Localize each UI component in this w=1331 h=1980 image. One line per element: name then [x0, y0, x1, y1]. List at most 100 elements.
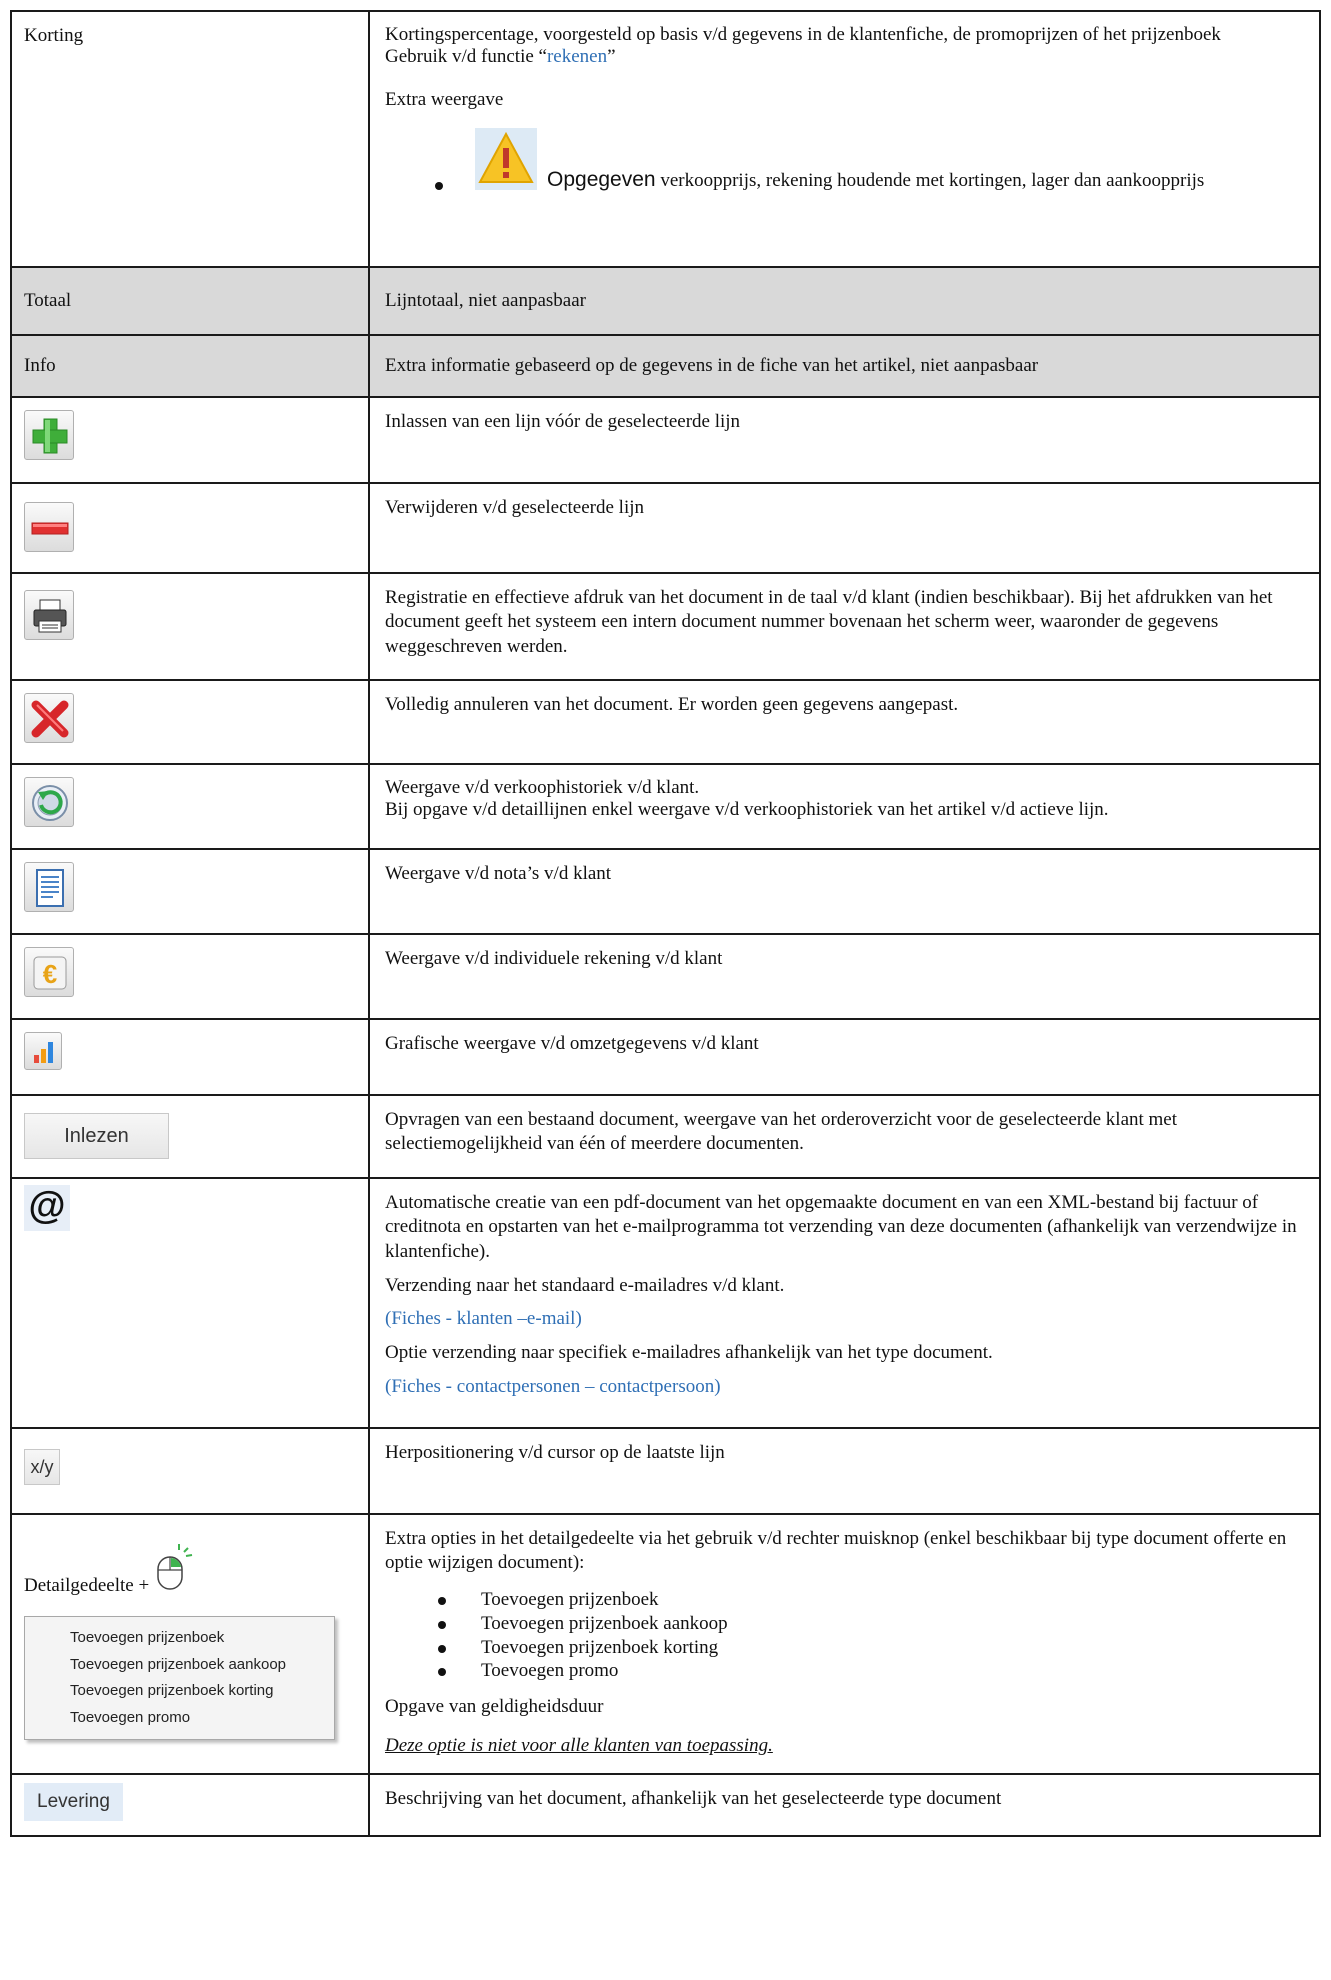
list-item: Toevoegen prijzenboek — [385, 1588, 1309, 1612]
cell-icon: € — [10, 932, 370, 1020]
cell-desc: Weergave v/d verkoophistoriek v/d klant.… — [368, 762, 1321, 850]
cell-icon — [10, 396, 370, 484]
desc-text: Automatische creatie van een pdf-documen… — [385, 1191, 1297, 1263]
desc-text: Extra opties in het detailgedeelte via h… — [385, 1527, 1287, 1574]
row-cursor: x/y Herpositionering v/d cursor op de la… — [10, 1426, 1321, 1515]
cell-icon — [10, 678, 370, 765]
desc-text: Beschrijving van het document, afhankeli… — [385, 1787, 1002, 1809]
rekenen-link[interactable]: rekenen — [547, 46, 607, 67]
inlezen-button[interactable]: Inlezen — [24, 1113, 169, 1160]
cell-label: Detailgedeelte + Toevoegen prijzenboek T… — [10, 1512, 370, 1775]
row-korting: Korting Kortingspercentage, voorgesteld … — [10, 10, 1321, 268]
desc-text: Verwijderen v/d geselecteerde lijn — [385, 497, 645, 518]
email-icon[interactable]: @ — [24, 1184, 70, 1231]
cell-icon — [10, 762, 370, 850]
extra-label: Extra weergave — [385, 88, 504, 110]
cell-desc: Lijntotaal, niet aanpasbaar — [368, 266, 1321, 336]
quote-mark: ” — [607, 45, 616, 67]
close-icon[interactable] — [24, 692, 74, 743]
row-label: Detailgedeelte + — [24, 1574, 150, 1596]
note-text: Deze optie is niet voor alle klanten van… — [385, 1734, 773, 1756]
cell-icon — [10, 482, 370, 574]
cell-desc: Extra opties in het detailgedeelte via h… — [368, 1512, 1321, 1775]
cell-desc: Herpositionering v/d cursor op de laatst… — [368, 1426, 1321, 1515]
row-label: Info — [24, 354, 56, 376]
cell-desc: Volledig annuleren van het document. Er … — [368, 678, 1321, 765]
history-icon[interactable] — [24, 776, 74, 827]
row-inlezen: Inlezen Opvragen van een bestaand docume… — [10, 1093, 1321, 1179]
cell-icon: Inlezen — [10, 1093, 370, 1179]
list-item: Toevoegen prijzenboek aankoop — [385, 1612, 1309, 1636]
row-detail: Detailgedeelte + Toevoegen prijzenboek T… — [10, 1512, 1321, 1775]
desc-text: Gebruik v/d functie “ — [385, 45, 547, 67]
cell-desc: Weergave v/d individuele rekening v/d kl… — [368, 932, 1321, 1020]
desc-text: Registratie en effectieve afdruk van het… — [385, 586, 1273, 658]
row-notes: Weergave v/d nota’s v/d klant — [10, 847, 1321, 935]
cursor-xy-button[interactable]: x/y — [24, 1448, 60, 1485]
desc-text: Grafische weergave v/d omzetgegevens v/d… — [385, 1032, 759, 1054]
fiches-contactpersonen-link[interactable]: (Fiches - contactpersonen – contactperso… — [385, 1375, 1309, 1400]
desc-text: Optie verzending naar specifiek e-mailad… — [385, 1342, 993, 1364]
context-menu: Toevoegen prijzenboek Toevoegen prijzenb… — [24, 1616, 335, 1741]
desc-text: Weergave v/d verkoophistoriek v/d klant. — [385, 776, 700, 798]
cell-desc: Extra informatie gebaseerd op de gegeven… — [368, 334, 1321, 398]
cell-desc: Registratie en effectieve afdruk van het… — [368, 571, 1321, 681]
mouse-right-click-icon — [154, 1543, 194, 1599]
euro-icon[interactable]: € — [24, 946, 74, 997]
context-menu-item[interactable]: Toevoegen prijzenboek aankoop — [25, 1652, 334, 1679]
cell-icon: x/y — [10, 1426, 370, 1515]
fiches-klanten-link[interactable]: (Fiches - klanten –e-mail) — [385, 1307, 1309, 1332]
svg-text:€: € — [43, 959, 57, 989]
context-menu-item[interactable]: Toevoegen prijzenboek korting — [25, 1678, 334, 1705]
list-item: Toevoegen prijzenboek korting — [385, 1636, 1309, 1660]
desc-text: Weergave v/d nota’s v/d klant — [385, 862, 612, 884]
row-email: @ Automatische creatie van een pdf-docum… — [10, 1176, 1321, 1429]
row-cancel: Volledig annuleren van het document. Er … — [10, 678, 1321, 765]
notes-icon[interactable] — [24, 861, 74, 912]
cell-desc: Weergave v/d nota’s v/d klant — [368, 847, 1321, 935]
option-list: Toevoegen prijzenboek Toevoegen prijzenb… — [385, 1588, 1309, 1683]
row-chart: Grafische weergave v/d omzetgegevens v/d… — [10, 1017, 1321, 1096]
printer-icon[interactable] — [24, 589, 74, 640]
reference-table: Korting Kortingspercentage, voorgesteld … — [10, 10, 1321, 1837]
cell-icon: Levering — [10, 1772, 370, 1837]
cell-desc: Verwijderen v/d geselecteerde lijn — [368, 482, 1321, 574]
desc-text: Kortingspercentage, voorgesteld op basis… — [385, 24, 1221, 45]
cell-desc: Grafische weergave v/d omzetgegevens v/d… — [368, 1017, 1321, 1096]
bar-chart-icon[interactable] — [24, 1031, 62, 1070]
row-info: Info Extra informatie gebaseerd op de ge… — [10, 334, 1321, 398]
cell-label: Info — [10, 334, 370, 398]
desc-text: Weergave v/d individuele rekening v/d kl… — [385, 947, 723, 969]
desc-text: Lijntotaal, niet aanpasbaar — [385, 289, 586, 311]
warning-icon — [475, 128, 537, 191]
desc-text: Volledig annuleren van het document. Er … — [385, 693, 959, 715]
cell-desc: Kortingspercentage, voorgesteld op basis… — [368, 10, 1321, 268]
desc-text: Opgave van geldigheidsduur — [385, 1696, 604, 1718]
list-item: Toevoegen promo — [385, 1659, 1309, 1683]
desc-text: Verzending naar het standaard e-mailadre… — [385, 1274, 785, 1296]
cell-icon — [10, 847, 370, 935]
cell-desc: Opvragen van een bestaand document, weer… — [368, 1093, 1321, 1179]
desc-text: Opvragen van een bestaand document, weer… — [385, 1108, 1178, 1155]
minus-icon[interactable] — [24, 502, 74, 552]
cell-label: Totaal — [10, 266, 370, 336]
context-menu-item[interactable]: Toevoegen promo — [25, 1705, 334, 1732]
levering-button[interactable]: Levering — [24, 1782, 123, 1822]
cell-desc: Automatische creatie van een pdf-documen… — [368, 1176, 1321, 1429]
context-menu-item[interactable]: Toevoegen prijzenboek — [25, 1625, 334, 1652]
row-print: Registratie en effectieve afdruk van het… — [10, 571, 1321, 681]
warn-text: verkoopprijs, rekening houdende met kort… — [655, 170, 1205, 192]
row-label: Totaal — [24, 289, 72, 311]
desc-text: Herpositionering v/d cursor op de laatst… — [385, 1441, 725, 1463]
cell-desc: Inlassen van een lijn vóór de geselectee… — [368, 396, 1321, 484]
cell-icon — [10, 571, 370, 681]
cell-desc: Beschrijving van het document, afhankeli… — [368, 1772, 1321, 1837]
plus-icon[interactable] — [24, 410, 74, 460]
row-remove-line: Verwijderen v/d geselecteerde lijn — [10, 482, 1321, 574]
warn-list: Opgegeven verkoopprijs, rekening houdend… — [385, 128, 1309, 194]
row-account: € Weergave v/d individuele rekening v/d … — [10, 932, 1321, 1020]
list-item: Opgegeven verkoopprijs, rekening houdend… — [385, 128, 1309, 194]
desc-text: Extra informatie gebaseerd op de gegeven… — [385, 354, 1039, 376]
cell-label: Korting — [10, 10, 370, 268]
row-totaal: Totaal Lijntotaal, niet aanpasbaar — [10, 266, 1321, 336]
